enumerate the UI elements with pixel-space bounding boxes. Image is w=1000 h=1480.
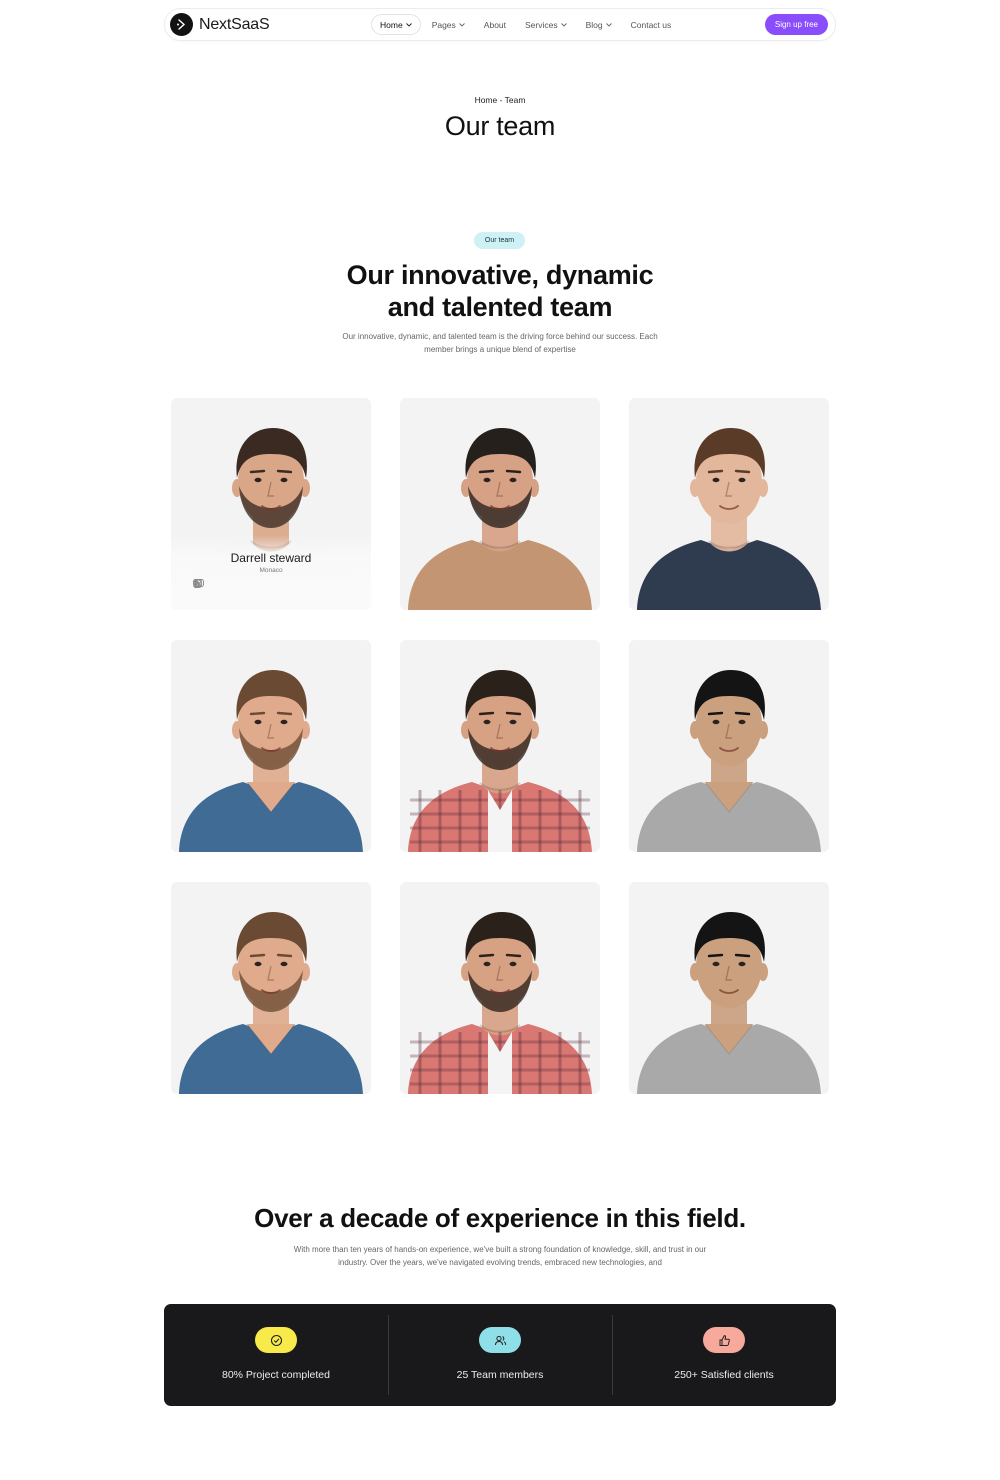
dribbble-icon[interactable] <box>193 579 320 591</box>
navbar: NextSaaS Home Pages About Services Blog … <box>164 8 836 41</box>
team-member-card[interactable] <box>400 882 600 1094</box>
chevron-down-icon <box>405 22 412 27</box>
team-member-card[interactable] <box>400 398 600 610</box>
chevron-down-icon <box>458 22 465 27</box>
experience-title: Over a decade of experience in this fiel… <box>254 1203 746 1233</box>
team-member-photo <box>637 670 821 852</box>
social-links <box>193 579 349 591</box>
nav-item-pages[interactable]: Pages <box>424 14 473 35</box>
team-member-card[interactable] <box>629 640 829 852</box>
brand-logo[interactable]: NextSaaS <box>170 13 270 36</box>
stat-team: 25 Team members <box>388 1304 612 1406</box>
stat-label: 25 Team members <box>456 1369 544 1381</box>
member-name: Darrell steward <box>230 551 312 565</box>
stat-label: 250+ Satisfied clients <box>674 1369 774 1381</box>
team-member-card[interactable] <box>171 882 371 1094</box>
team-member-card[interactable] <box>171 640 371 852</box>
member-info-overlay: Darrell steward Monaco <box>171 535 371 610</box>
section-description: Our innovative, dynamic, and talented te… <box>342 332 658 354</box>
check-circle-icon <box>255 1327 297 1353</box>
team-member-card[interactable] <box>629 398 829 610</box>
stats-bar: 80% Project completed 25 Team members 25… <box>164 1304 836 1406</box>
team-member-card[interactable]: Darrell steward Monaco <box>171 398 371 610</box>
logo-mark-icon <box>170 13 193 36</box>
nav-item-contact[interactable]: Contact us <box>623 14 680 35</box>
chevron-down-icon <box>560 22 567 27</box>
section-title: Our innovative, dynamic and talented tea… <box>346 260 654 322</box>
page-title: Our team <box>444 111 556 141</box>
team-member-photo <box>179 912 363 1094</box>
member-location: Monaco <box>259 567 283 574</box>
users-icon <box>479 1327 521 1353</box>
team-member-photo <box>637 428 821 610</box>
team-member-card[interactable] <box>400 640 600 852</box>
instagram-icon[interactable] <box>193 579 234 591</box>
section-badge: Our team <box>474 232 525 249</box>
linkedin-icon[interactable] <box>193 579 291 591</box>
nav-item-about[interactable]: About <box>476 14 514 35</box>
team-member-photo <box>408 428 592 610</box>
thumbs-up-icon <box>703 1327 745 1353</box>
team-member-card[interactable] <box>629 882 829 1094</box>
youtube-icon[interactable] <box>193 579 263 591</box>
stat-projects: 80% Project completed <box>164 1304 388 1406</box>
signup-button[interactable]: Sign up free <box>764 14 828 35</box>
nav-links: Home Pages About Services Blog Contact u… <box>371 14 682 35</box>
chevron-down-icon <box>605 22 612 27</box>
team-member-photo <box>408 670 592 852</box>
brand-name: NextSaaS <box>199 15 270 33</box>
team-member-photo <box>179 670 363 852</box>
team-member-photo <box>408 912 592 1094</box>
nav-item-blog[interactable]: Blog <box>578 14 620 35</box>
team-member-photo <box>637 912 821 1094</box>
breadcrumb: Home - Team <box>474 95 526 105</box>
experience-description: With more than ten years of hands-on exp… <box>293 1245 707 1267</box>
stat-clients: 250+ Satisfied clients <box>612 1304 836 1406</box>
behance-icon[interactable] <box>193 579 349 591</box>
nav-item-services[interactable]: Services <box>517 14 575 35</box>
stat-label: 80% Project completed <box>222 1369 330 1381</box>
nav-item-home[interactable]: Home <box>371 14 421 35</box>
